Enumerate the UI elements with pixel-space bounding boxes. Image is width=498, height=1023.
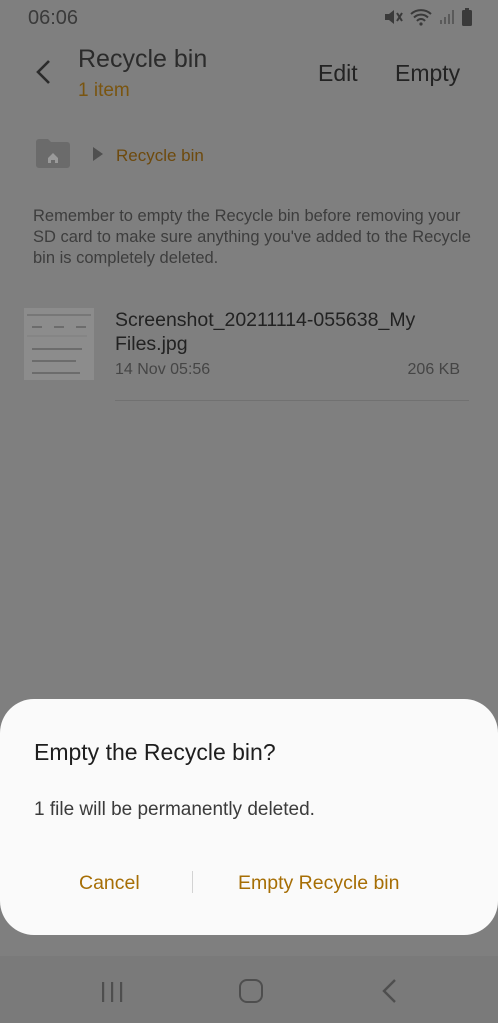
status-icons (383, 8, 472, 31)
dialog-button-separator (192, 871, 193, 893)
page-title: Recycle bin (78, 45, 208, 73)
nav-back-icon[interactable] (380, 978, 400, 1009)
mute-icon (383, 8, 403, 31)
status-bar: 06:06 (0, 0, 498, 36)
empty-recycle-bin-button[interactable]: Empty Recycle bin (238, 872, 399, 895)
cancel-button[interactable]: Cancel (79, 872, 140, 895)
file-date: 14 Nov 05:56 (115, 361, 211, 378)
file-size: 206 KB (407, 361, 460, 378)
empty-recycle-bin-dialog: Empty the Recycle bin? 1 file will be pe… (0, 699, 498, 935)
home-folder-icon[interactable] (35, 137, 71, 169)
file-thumbnail[interactable] (24, 308, 94, 380)
battery-icon (462, 8, 472, 31)
item-count: 1 item (78, 80, 130, 101)
wifi-icon (410, 8, 432, 31)
edit-button[interactable]: Edit (318, 60, 358, 87)
empty-button[interactable]: Empty (395, 60, 460, 87)
back-button[interactable] (30, 57, 58, 87)
dialog-message: 1 file will be permanently deleted. (34, 799, 315, 820)
breadcrumb-arrow-icon (93, 147, 103, 161)
file-name[interactable]: Screenshot_20211114-055638_My Files.jpg (115, 308, 465, 356)
recents-icon[interactable] (100, 981, 124, 1008)
signal-icon (439, 9, 455, 30)
screen: 06:06 Recycle bin 1 item Edit Empty Recy… (0, 0, 498, 1023)
dialog-title: Empty the Recycle bin? (34, 739, 276, 765)
list-divider (115, 400, 469, 401)
breadcrumb-current[interactable]: Recycle bin (116, 146, 204, 166)
sd-card-notice: Remember to empty the Recycle bin before… (33, 207, 471, 267)
back-arrow-icon (36, 60, 50, 84)
status-time: 06:06 (28, 7, 79, 29)
home-icon[interactable] (239, 979, 263, 1003)
navigation-bar (0, 956, 498, 1023)
